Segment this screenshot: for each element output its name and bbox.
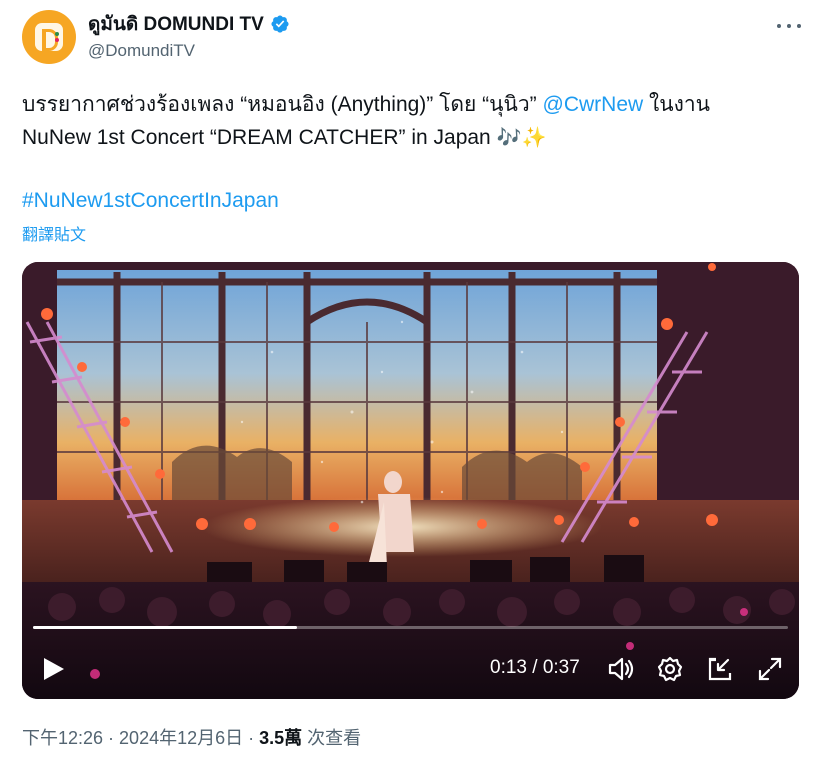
tweet-text-line1: บรรยากาศช่วงร้องเพลง “หมอนอิง (Anything)…: [22, 93, 543, 116]
meta-separator: ·: [103, 728, 120, 748]
more-options-icon[interactable]: [777, 14, 801, 38]
video-progress-bar[interactable]: [33, 626, 788, 629]
settings-icon[interactable]: [656, 656, 684, 682]
display-name[interactable]: ดูมันดิ DOMUNDI TV: [88, 9, 264, 39]
post-date[interactable]: 2024年12月6日: [119, 728, 243, 748]
meta-separator: ·: [243, 728, 260, 748]
tweet-text: บรรยากาศช่วงร้องเพลง “หมอนอิง (Anything)…: [22, 88, 802, 155]
popout-icon[interactable]: [706, 656, 734, 682]
views-label: 次查看: [302, 728, 362, 748]
sparkles-icon: ✨: [521, 127, 547, 149]
current-time: 0:13: [490, 657, 527, 678]
view-count: 3.5萬: [259, 728, 303, 748]
avatar[interactable]: [22, 10, 76, 64]
music-notes-icon: 🎶: [496, 127, 522, 149]
author-block: ดูมันดิ DOMUNDI TV @DomundiTV: [88, 12, 290, 61]
post-time[interactable]: 下午12:26: [22, 728, 103, 748]
translate-post-link[interactable]: 翻譯貼文: [22, 221, 86, 245]
tweet-meta: 下午12:26 · 2024年12月6日 · 3.5萬 次查看: [22, 724, 361, 750]
time-separator: /: [526, 657, 543, 678]
concert-video-frame: [22, 262, 799, 699]
verified-badge-icon: [271, 15, 289, 33]
avatar-logo: [35, 23, 63, 51]
video-player[interactable]: 0:13 / 0:37: [22, 262, 799, 699]
volume-icon[interactable]: [607, 656, 635, 682]
tweet-text-line2: NuNew 1st Concert “DREAM CATCHER” in Jap…: [22, 126, 497, 149]
video-progress-fill: [33, 626, 298, 629]
fullscreen-icon[interactable]: [756, 656, 784, 682]
mention-link[interactable]: @CwrNew: [543, 93, 644, 116]
hashtag-link[interactable]: #NuNew1stConcertInJapan: [22, 184, 279, 217]
duration: 0:37: [542, 657, 580, 678]
play-icon[interactable]: [42, 656, 66, 682]
tweet-text-line1-tail: ในงาน: [643, 93, 711, 116]
handle[interactable]: @DomundiTV: [88, 41, 290, 61]
video-time: 0:13 / 0:37: [490, 657, 580, 679]
